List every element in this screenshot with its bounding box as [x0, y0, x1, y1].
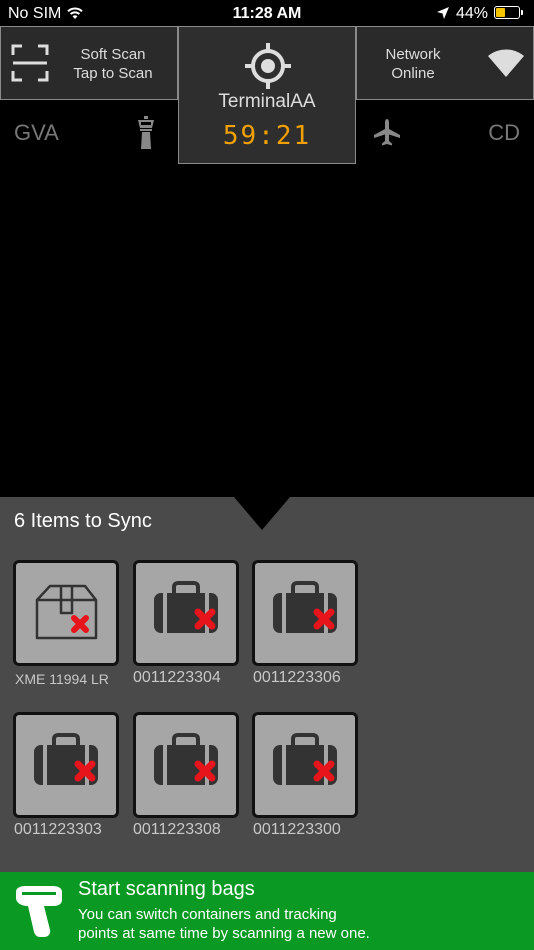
barcode-scanner-icon [16, 886, 62, 937]
sync-item-bag[interactable] [252, 560, 358, 666]
sync-item-label: 0011223300 [253, 821, 341, 838]
sync-item-label: 0011223306 [253, 669, 341, 686]
destination-airport: CD [488, 120, 520, 145]
sync-item-bag[interactable] [133, 712, 239, 818]
battery-icon [494, 6, 520, 19]
scan-frame-icon [11, 44, 49, 82]
sync-item-bag[interactable] [133, 560, 239, 666]
soft-scan-button[interactable]: Soft Scan Tap to Scan [0, 26, 178, 100]
sync-item-bag[interactable] [13, 712, 119, 818]
soft-scan-title: Soft Scan [80, 46, 146, 63]
sync-item-label: XME 11994 LR [15, 671, 109, 687]
network-status-button[interactable]: Network Online [356, 26, 534, 100]
battery-percent: 44% [456, 5, 489, 22]
sync-item-label: 0011223303 [14, 821, 102, 838]
terminal-name: TerminalAA [218, 91, 316, 112]
sync-title: 6 Items to Sync [14, 510, 152, 532]
control-tower-icon [138, 116, 154, 149]
airplane-icon [374, 119, 400, 146]
wifi-icon [488, 49, 524, 77]
location-arrow-icon [437, 7, 449, 19]
origin-airport: GVA [14, 120, 59, 145]
box-icon [35, 584, 98, 640]
panel-pointer [234, 497, 290, 530]
suitcase-icon [273, 581, 337, 633]
sync-item-bag[interactable] [252, 712, 358, 818]
suitcase-icon [34, 733, 98, 785]
battery-tip [521, 10, 523, 15]
terminal-panel[interactable]: TerminalAA 59:21 [178, 26, 356, 164]
suitcase-icon [154, 733, 218, 785]
session-timer: 59:21 [222, 121, 312, 151]
network-status: Online [391, 65, 435, 82]
target-icon [245, 43, 291, 89]
soft-scan-subtitle: Tap to Scan [73, 65, 153, 82]
banner-title: Start scanning bags [78, 878, 255, 900]
sync-item-container[interactable] [13, 560, 119, 666]
sync-item-label: 0011223304 [133, 669, 221, 686]
suitcase-icon [154, 581, 218, 633]
clock-time: 11:28 AM [232, 5, 302, 22]
banner-message: You can switch containers and tracking p… [78, 906, 370, 942]
network-title: Network [385, 46, 441, 63]
sync-item-label: 0011223308 [133, 821, 221, 838]
status-bar: No SIM 11:28 AM 44% [0, 0, 534, 26]
suitcase-icon [273, 733, 337, 785]
